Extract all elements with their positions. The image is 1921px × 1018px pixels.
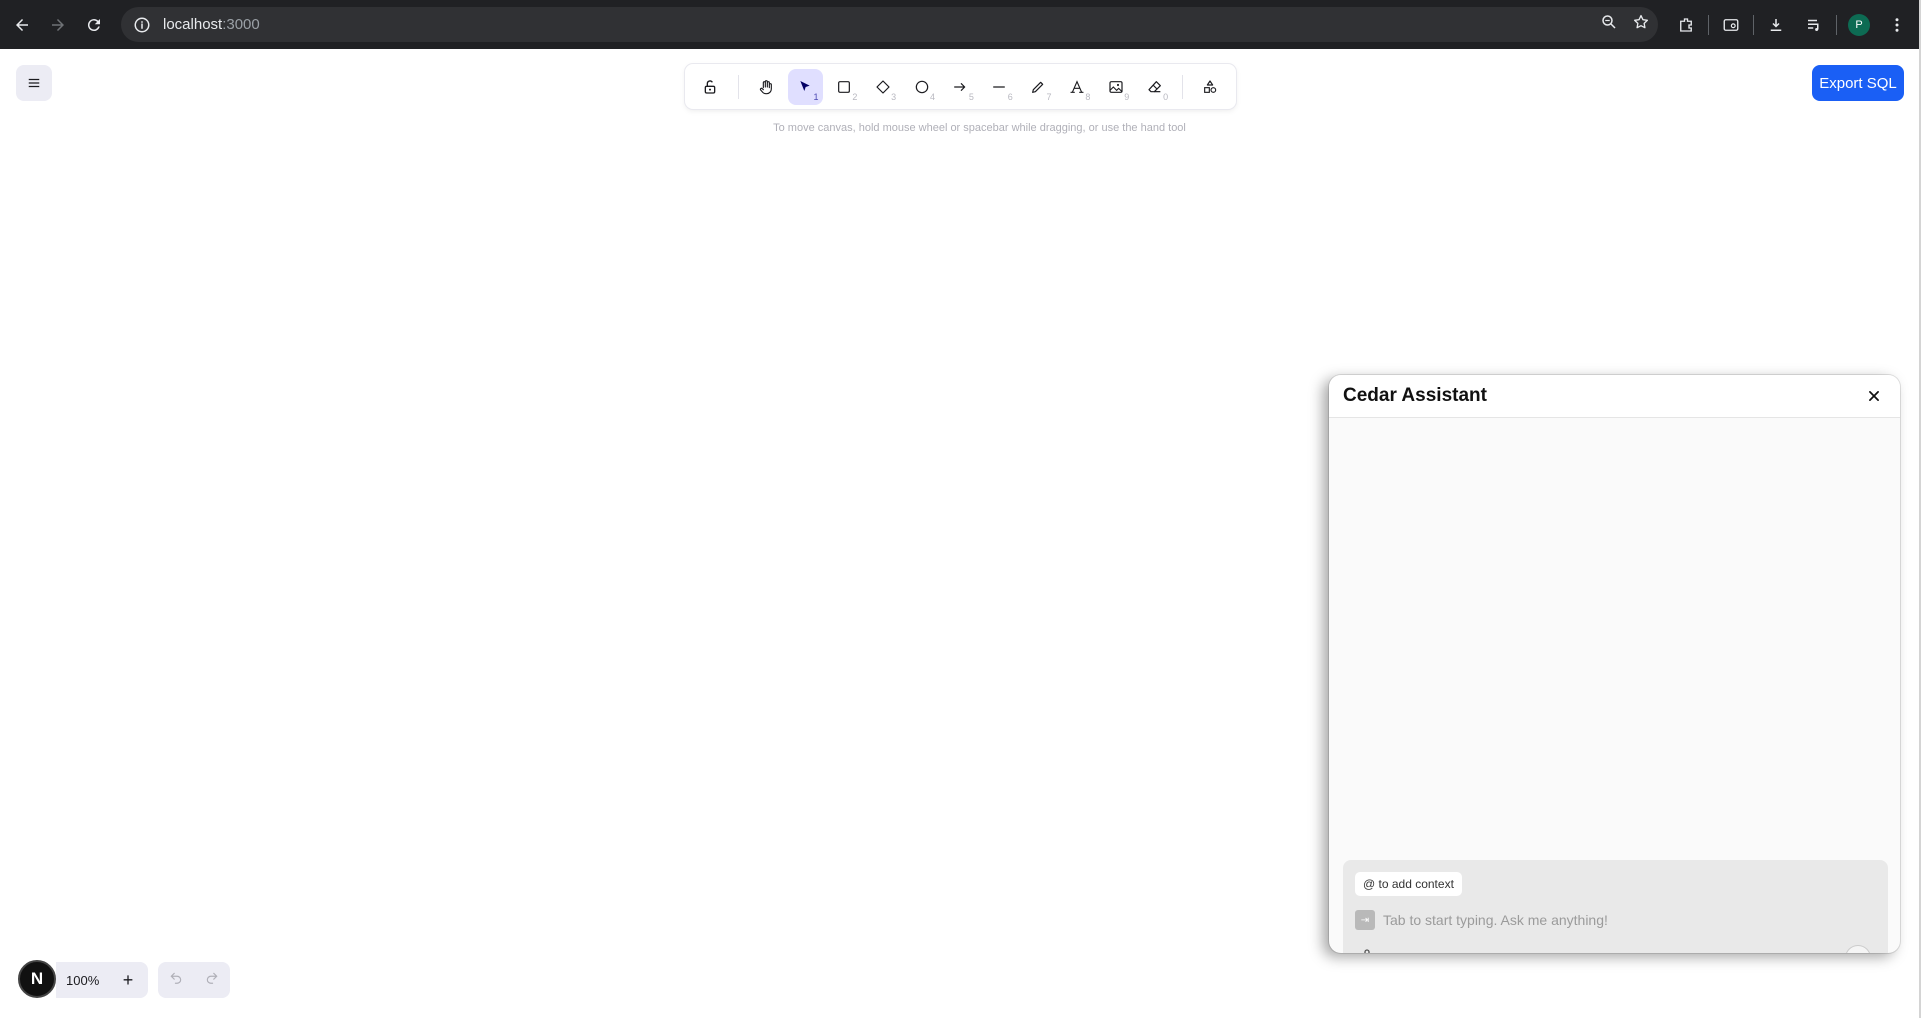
- image-icon: [1109, 80, 1123, 93]
- canvas-hint: To move canvas, hold mouse wheel or spac…: [0, 122, 1921, 134]
- history-controls: [158, 962, 230, 998]
- download-icon[interactable]: [1760, 9, 1792, 41]
- app-logo[interactable]: N: [18, 960, 56, 998]
- forward-button[interactable]: [40, 7, 76, 43]
- redo-icon: [206, 972, 218, 984]
- shapes-toolbar: 1 2 3 4 5 6 7 8 9 0: [685, 64, 1236, 109]
- avatar: P: [1848, 13, 1870, 36]
- toolbar-divider: [1836, 14, 1837, 35]
- assistant-title: Cedar Assistant: [1343, 385, 1487, 406]
- zoom-in-button[interactable]: +: [114, 966, 142, 994]
- url-text: localhost:3000: [163, 16, 260, 33]
- shapes-library-icon: [1204, 79, 1217, 93]
- export-sql-button[interactable]: Export SQL: [1812, 65, 1904, 101]
- tool-shortcut-key: 7: [1046, 91, 1052, 102]
- microphone-icon: [1364, 949, 1370, 953]
- add-context-chip[interactable]: @ to add context: [1355, 872, 1462, 896]
- browser-menu-icon[interactable]: [1881, 9, 1913, 41]
- diamond-icon: [876, 79, 890, 94]
- undo-button[interactable]: [169, 971, 183, 990]
- back-arrow-icon: [16, 18, 28, 31]
- microphone-button[interactable]: [1359, 948, 1377, 953]
- tool-selection[interactable]: 1: [787, 68, 823, 105]
- tool-image[interactable]: 9: [1098, 69, 1133, 105]
- toolbar-divider: [1708, 14, 1709, 35]
- back-button[interactable]: [4, 7, 40, 43]
- tool-shortcut-key: 4: [930, 91, 936, 102]
- zoom-level[interactable]: 100%: [66, 973, 106, 988]
- tool-lock[interactable]: [693, 69, 728, 105]
- toolbar-divider: [737, 74, 739, 99]
- line-icon: [993, 85, 1006, 88]
- hamburger-icon: [28, 78, 40, 88]
- unlock-icon: [705, 79, 716, 94]
- address-bar[interactable]: localhost:3000: [121, 7, 1658, 42]
- undo-icon: [170, 972, 182, 984]
- main-menu-button[interactable]: [16, 65, 52, 101]
- canvas-hint-text: To move canvas, hold mouse wheel or spac…: [773, 122, 1186, 134]
- url-port: :3000: [222, 16, 260, 33]
- hand-icon: [760, 79, 773, 94]
- tool-shortcut-key: 6: [1007, 91, 1013, 102]
- tool-shortcut-key: 1: [813, 91, 819, 102]
- chat-input[interactable]: [1383, 908, 1853, 932]
- extensions-icon[interactable]: [1670, 9, 1702, 41]
- url-host: localhost: [163, 16, 223, 33]
- ellipse-icon: [915, 80, 928, 93]
- site-info-icon[interactable]: [133, 16, 151, 34]
- tool-arrow[interactable]: 5: [943, 69, 978, 105]
- browser-toolbar: localhost:3000 P: [0, 0, 1921, 49]
- tab-search-icon[interactable]: [1715, 9, 1747, 41]
- close-assistant-button[interactable]: [1862, 384, 1886, 408]
- tool-shortcut-key: 9: [1124, 91, 1130, 102]
- bookmark-star-icon[interactable]: [1632, 13, 1650, 36]
- chat-messages: [1329, 419, 1900, 789]
- tool-shortcut-key: 3: [891, 91, 897, 102]
- assistant-header: Cedar Assistant: [1329, 375, 1900, 418]
- tool-shortcut-key: 5: [968, 91, 974, 102]
- redo-button[interactable]: [205, 971, 219, 990]
- send-button[interactable]: [1845, 945, 1871, 953]
- tool-draw[interactable]: 7: [1021, 69, 1056, 105]
- profile-avatar[interactable]: P: [1843, 9, 1875, 41]
- tool-diamond[interactable]: 3: [865, 69, 900, 105]
- tool-shortcut-key: 8: [1085, 91, 1091, 102]
- tool-shortcut-key: 2: [852, 91, 858, 102]
- tool-ellipse[interactable]: 4: [904, 69, 939, 105]
- close-icon: [1869, 391, 1879, 401]
- reload-button[interactable]: [76, 7, 112, 43]
- zoom-controls: 100% +: [56, 962, 148, 998]
- tool-more[interactable]: [1193, 69, 1228, 105]
- zoom-icon[interactable]: [1600, 13, 1618, 36]
- text-icon: [1070, 79, 1084, 93]
- chat-composer: @ to add context ⇥: [1343, 860, 1888, 953]
- tab-key-icon: ⇥: [1355, 910, 1375, 930]
- tool-text[interactable]: 8: [1060, 69, 1095, 105]
- toolbar-divider: [1182, 74, 1184, 99]
- forward-arrow-icon: [52, 18, 64, 31]
- tool-hand[interactable]: [749, 69, 784, 105]
- rectangle-icon: [837, 80, 850, 93]
- assistant-panel: Cedar Assistant @ to add context ⇥: [1329, 375, 1900, 953]
- send-icon: [1852, 952, 1864, 953]
- toolbar-divider: [1753, 14, 1754, 35]
- media-queue-icon[interactable]: [1798, 9, 1830, 41]
- arrow-icon: [954, 82, 966, 91]
- tool-line[interactable]: 6: [982, 69, 1017, 105]
- reload-icon: [87, 18, 100, 31]
- pencil-icon: [1032, 81, 1044, 93]
- pointer-icon: [800, 80, 810, 91]
- eraser-icon: [1148, 80, 1161, 92]
- tool-shortcut-key: 0: [1163, 91, 1169, 102]
- tool-eraser[interactable]: 0: [1137, 69, 1172, 105]
- tool-rectangle[interactable]: 2: [827, 69, 862, 105]
